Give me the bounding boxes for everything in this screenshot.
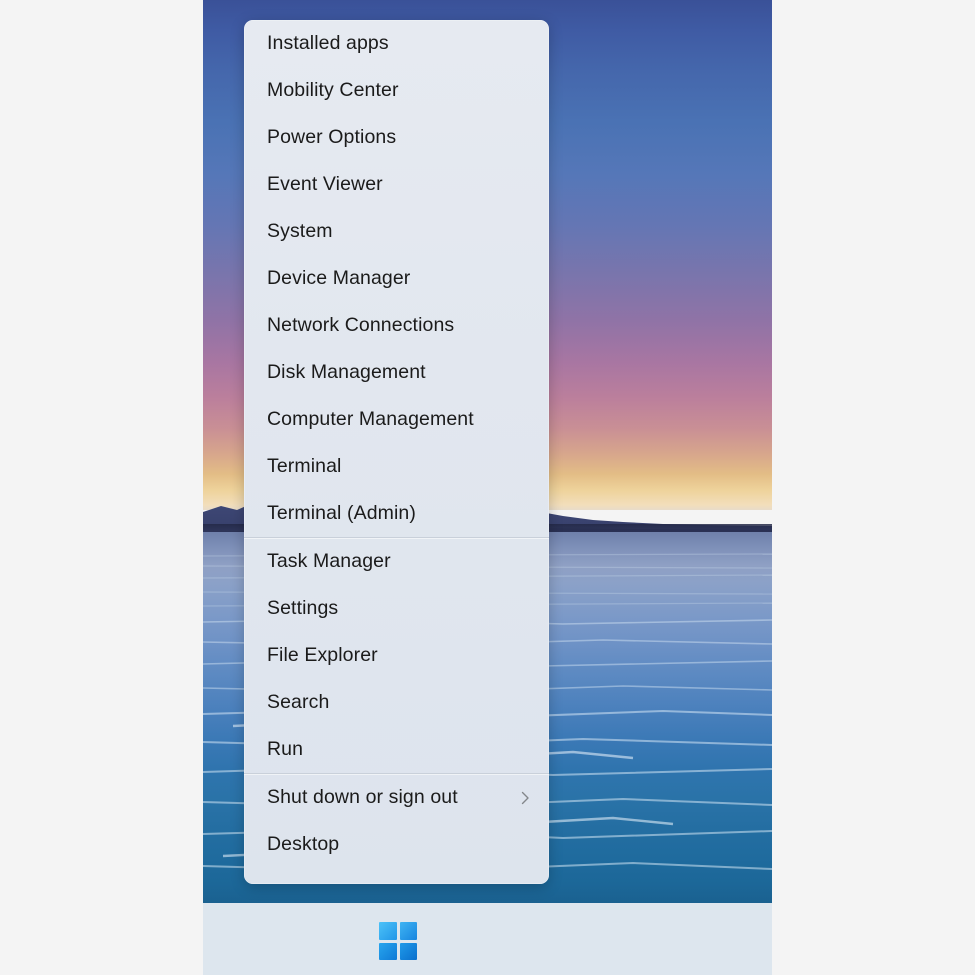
menu-item-power-options[interactable]: Power Options xyxy=(244,114,549,161)
menu-item-label: Desktop xyxy=(267,833,340,855)
menu-item-system[interactable]: System xyxy=(244,208,549,255)
menu-group-system-tools: Installed apps Mobility Center Power Opt… xyxy=(244,20,549,537)
menu-item-shut-down-or-sign-out[interactable]: Shut down or sign out xyxy=(244,774,549,821)
win-x-power-user-menu[interactable]: Installed apps Mobility Center Power Opt… xyxy=(244,20,549,884)
menu-item-label: Mobility Center xyxy=(267,79,399,101)
menu-item-label: Event Viewer xyxy=(267,173,383,195)
menu-item-file-explorer[interactable]: File Explorer xyxy=(244,632,549,679)
menu-item-label: Terminal (Admin) xyxy=(267,502,416,524)
menu-item-mobility-center[interactable]: Mobility Center xyxy=(244,67,549,114)
menu-group-session: Shut down or sign out Desktop xyxy=(244,774,549,868)
menu-item-label: Disk Management xyxy=(267,361,426,383)
windows-logo-icon xyxy=(379,922,417,960)
menu-item-terminal[interactable]: Terminal xyxy=(244,443,549,490)
menu-item-label: Terminal xyxy=(267,455,342,477)
menu-item-computer-management[interactable]: Computer Management xyxy=(244,396,549,443)
menu-item-label: Device Manager xyxy=(267,267,411,289)
menu-item-settings[interactable]: Settings xyxy=(244,585,549,632)
menu-item-network-connections[interactable]: Network Connections xyxy=(244,302,549,349)
chevron-right-icon xyxy=(521,791,529,804)
menu-item-search[interactable]: Search xyxy=(244,679,549,726)
menu-item-label: Power Options xyxy=(267,126,397,148)
menu-item-label: File Explorer xyxy=(267,644,378,666)
menu-item-device-manager[interactable]: Device Manager xyxy=(244,255,549,302)
menu-item-label: System xyxy=(267,220,333,242)
menu-item-event-viewer[interactable]: Event Viewer xyxy=(244,161,549,208)
taskbar-inner: Search xyxy=(203,903,772,975)
menu-item-installed-apps[interactable]: Installed apps xyxy=(244,20,549,67)
menu-item-terminal-admin[interactable]: Terminal (Admin) xyxy=(244,490,549,537)
menu-item-label: Run xyxy=(267,738,304,760)
menu-item-label: Network Connections xyxy=(267,314,455,336)
menu-item-label: Settings xyxy=(267,597,339,619)
screen-root: Installed apps Mobility Center Power Opt… xyxy=(0,0,975,975)
menu-item-label: Computer Management xyxy=(267,408,474,430)
menu-item-label: Task Manager xyxy=(267,550,391,572)
taskbar[interactable]: Search xyxy=(203,903,772,975)
menu-item-run[interactable]: Run xyxy=(244,726,549,773)
start-button[interactable] xyxy=(374,921,422,961)
menu-item-task-manager[interactable]: Task Manager xyxy=(244,538,549,585)
menu-item-label: Search xyxy=(267,691,330,713)
menu-group-shell-tools: Task Manager Settings File Explorer Sear… xyxy=(244,538,549,773)
menu-item-disk-management[interactable]: Disk Management xyxy=(244,349,549,396)
menu-item-label: Shut down or sign out xyxy=(267,786,458,808)
menu-item-desktop[interactable]: Desktop xyxy=(244,821,549,868)
menu-item-label: Installed apps xyxy=(267,32,389,54)
